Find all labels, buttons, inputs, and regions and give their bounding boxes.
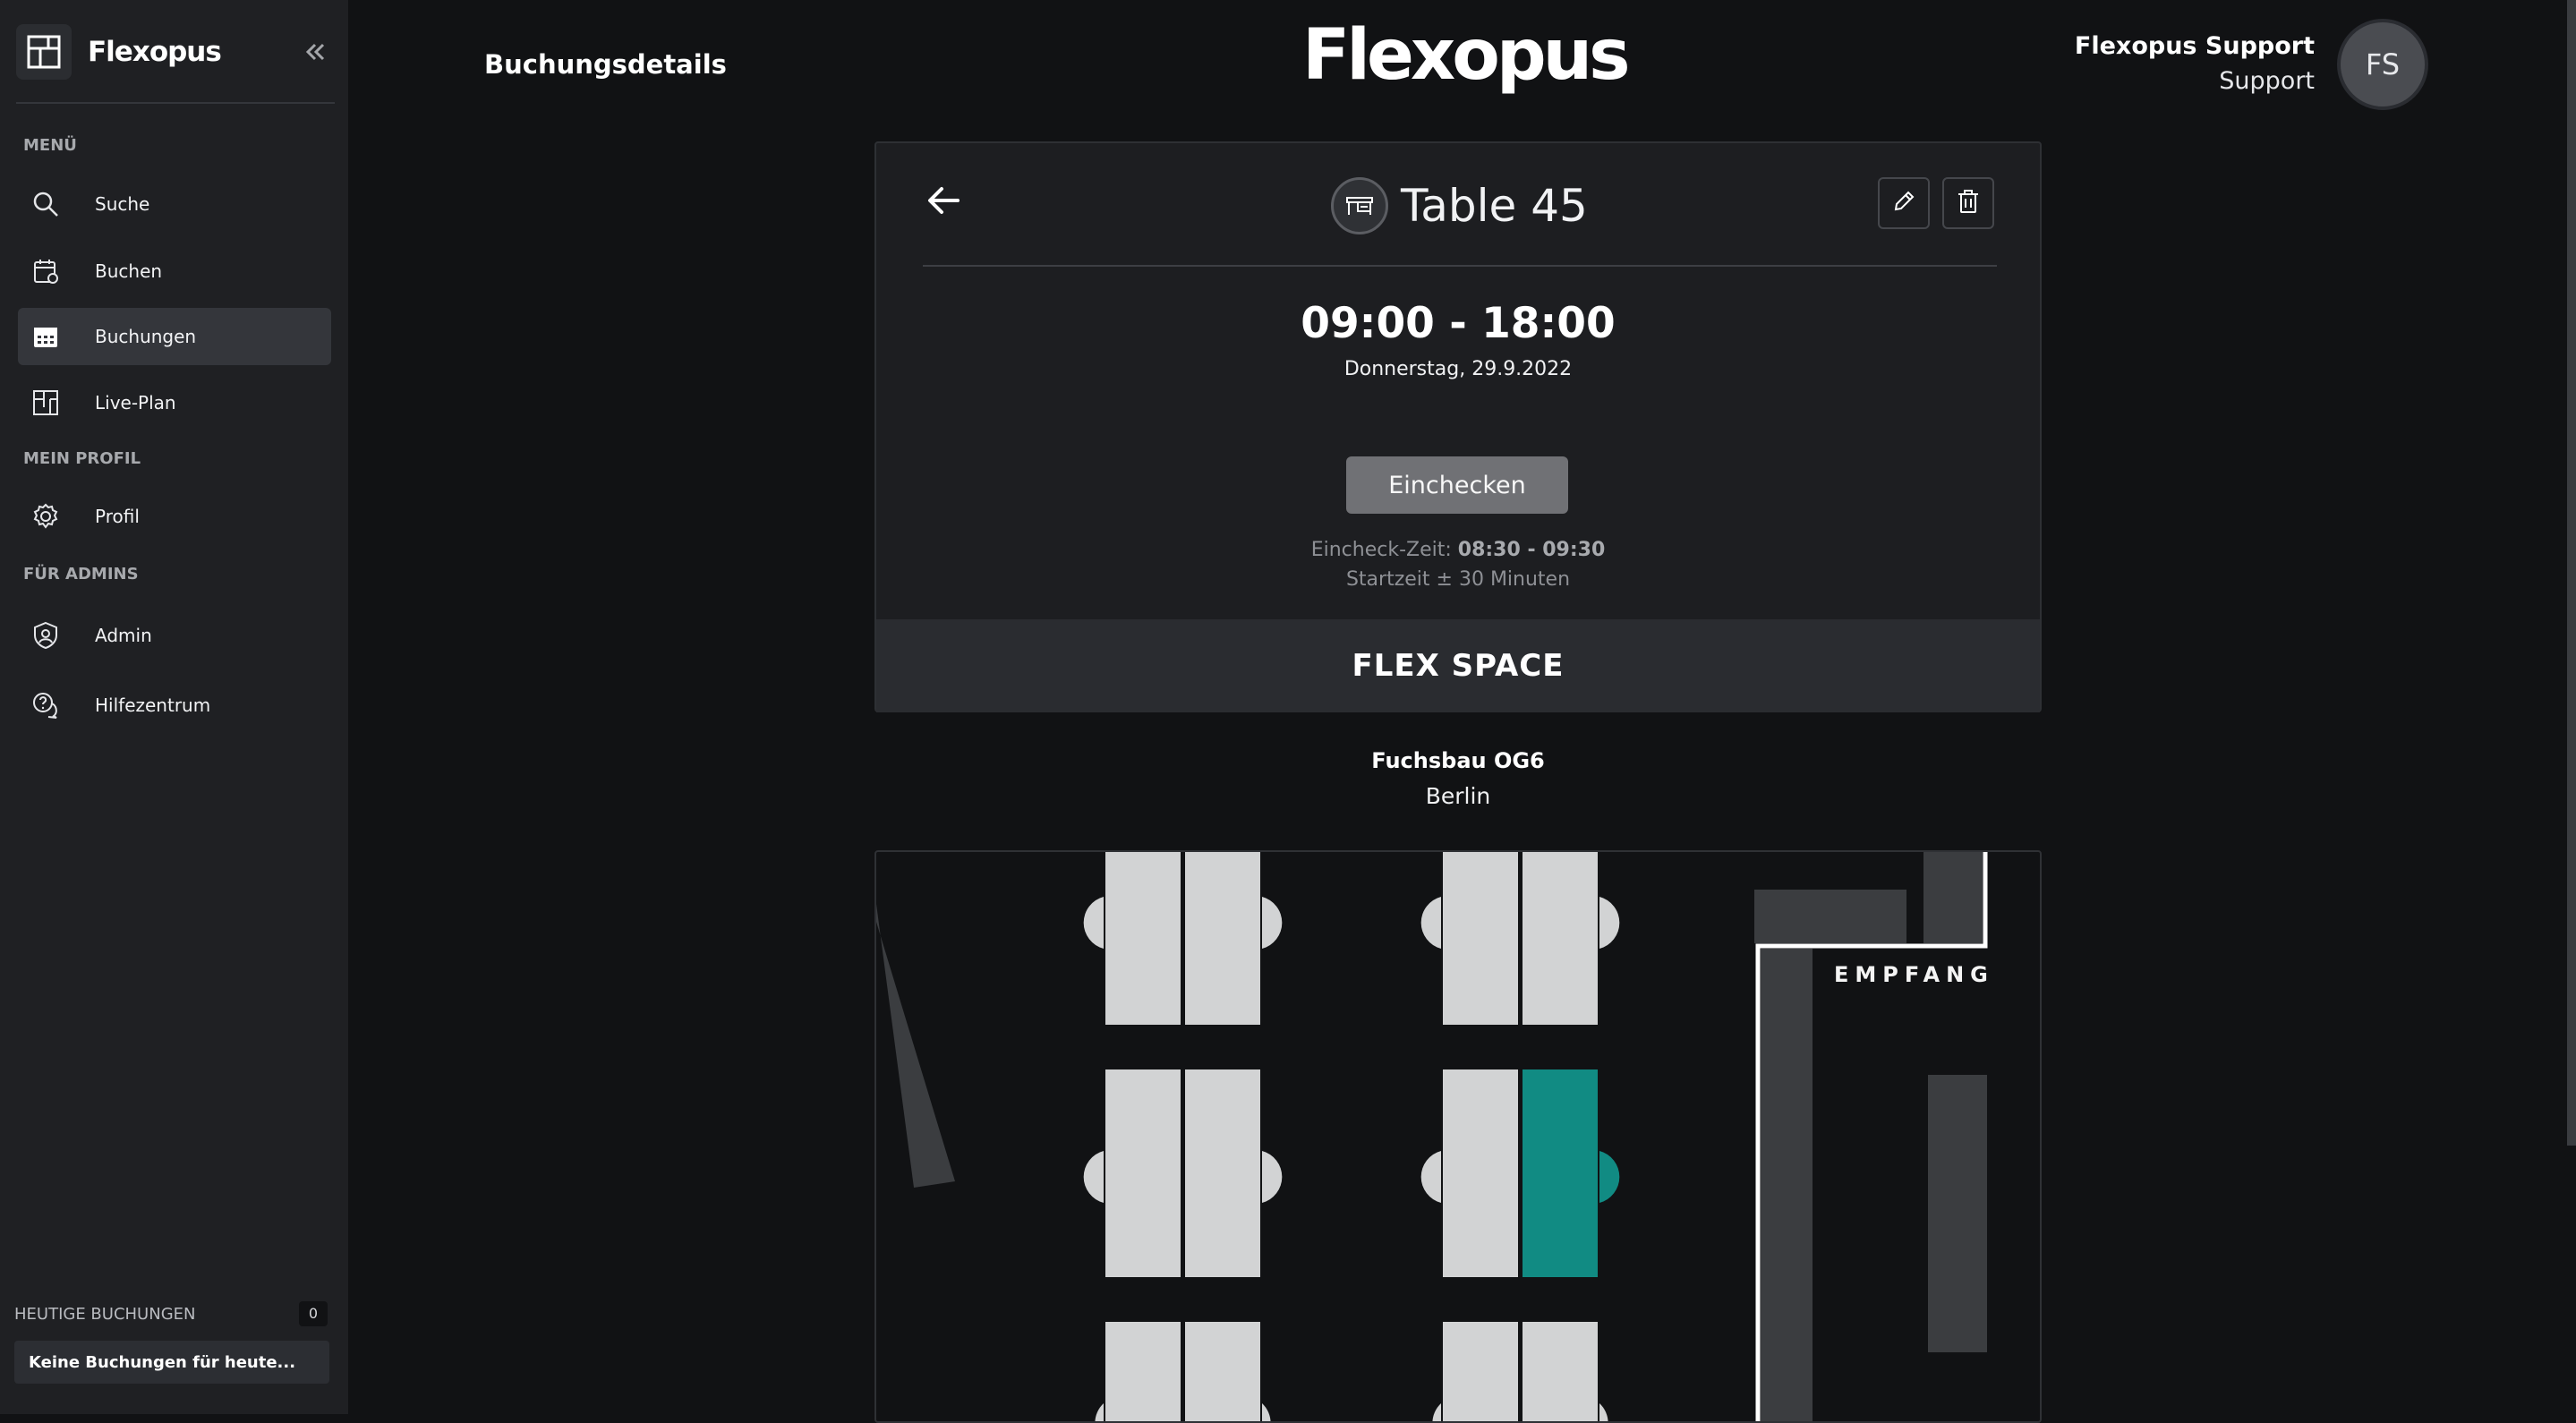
edit-button[interactable] [1878, 177, 1930, 229]
today-bookings-empty-text: Keine Buchungen für heute... [29, 1352, 296, 1372]
header-logo: Flexopus [1302, 15, 1631, 96]
reception-counter [1754, 890, 1906, 943]
avatar[interactable]: FS [2337, 19, 2428, 110]
chair [1420, 1151, 1441, 1203]
section-title-menu: MENÜ [23, 136, 77, 155]
user-name[interactable]: Flexopus Support [2075, 32, 2315, 60]
collapse-sidebar-icon[interactable] [304, 36, 326, 68]
desk [1443, 1069, 1518, 1277]
desk [1185, 1069, 1260, 1277]
desk [1443, 852, 1518, 1025]
delete-button[interactable] [1942, 177, 1994, 229]
table-name: Table 45 [1401, 180, 1588, 232]
chair [1599, 1403, 1608, 1421]
booking-card: Table 45 09:00 - 18:00 Donnerstag, 29.9.… [874, 141, 2042, 712]
page-title: Buchungsdetails [484, 49, 727, 80]
today-bookings-count: 0 [299, 1301, 328, 1326]
divider [16, 102, 335, 104]
back-arrow-icon[interactable] [924, 181, 963, 220]
sidebar-item-profile[interactable]: Profil [18, 488, 331, 545]
space-name: FLEX SPACE [876, 619, 2040, 712]
floorplan-icon [30, 388, 61, 418]
chair [1262, 897, 1283, 949]
scrollbar[interactable] [2567, 0, 2576, 1146]
divider [923, 265, 1997, 267]
desk [1105, 852, 1181, 1025]
sidebar-item-label: Buchen [95, 260, 163, 282]
checkin-note: Startzeit ± 30 Minuten [1345, 568, 1571, 591]
chair [1599, 897, 1620, 949]
today-bookings-empty: Keine Buchungen für heute... [14, 1341, 329, 1384]
calendar-check-icon [30, 256, 61, 286]
sidebar-item-search[interactable]: Suche [18, 175, 331, 233]
sidebar: Flexopus MENÜ Suche Buchen Buchungen Liv… [0, 0, 348, 1414]
reception-column [1928, 1075, 1987, 1352]
sidebar-item-book[interactable]: Buchen [18, 243, 331, 300]
sidebar-item-label: Hilfezentrum [95, 694, 211, 716]
calendar-icon [30, 321, 61, 352]
chair [1262, 1403, 1271, 1421]
reception-wall [1761, 949, 1813, 1421]
reception-label: EMPFANG [1834, 962, 1994, 987]
checkin-time-range: 08:30 - 09:30 [1457, 539, 1606, 561]
booking-date: Donnerstag, 29.9.2022 [1343, 358, 1573, 380]
shield-user-icon [30, 620, 61, 651]
checkin-time-label: Eincheck-Zeit: [1310, 539, 1458, 561]
chair [1083, 1151, 1104, 1203]
chair [1083, 897, 1104, 949]
flexopus-logo-icon [16, 24, 72, 80]
chair [1420, 897, 1441, 949]
section-title-profile: MEIN PROFIL [23, 449, 141, 468]
search-icon [30, 189, 61, 219]
trash-icon [1955, 188, 1982, 218]
sidebar-item-liveplan[interactable]: Live-Plan [18, 374, 331, 431]
user-role: Support [2219, 67, 2315, 95]
chair [1262, 1151, 1283, 1203]
sidebar-item-bookings[interactable]: Buchungen [18, 308, 331, 365]
sidebar-item-label: Buchungen [95, 326, 197, 347]
booking-header: Table 45 [1331, 175, 1588, 237]
gear-icon [30, 501, 61, 532]
sidebar-item-label: Suche [95, 193, 150, 215]
location-city: Berlin [1425, 783, 1491, 809]
reception-area [1754, 852, 1988, 1421]
desk-table-45 [1523, 1069, 1598, 1277]
desk-icon [1331, 177, 1388, 234]
checkin-button[interactable]: Einchecken [1346, 456, 1568, 514]
desk [1105, 1069, 1181, 1277]
chair [1599, 1151, 1620, 1203]
desk [1105, 1322, 1181, 1421]
chair [1432, 1403, 1441, 1421]
sidebar-item-label: Live-Plan [95, 392, 176, 413]
desk [1443, 1322, 1518, 1421]
today-bookings-title: HEUTIGE BUCHUNGEN [14, 1305, 196, 1324]
brand[interactable]: Flexopus [16, 24, 222, 80]
reception-counter [1923, 852, 1983, 943]
floorplan-wall [876, 904, 955, 1188]
floorplan-map [876, 852, 1988, 1421]
desk [1185, 852, 1260, 1025]
location-building: Fuchsbau OG6 [1371, 748, 1545, 773]
desk [1185, 1322, 1260, 1421]
chair [1095, 1403, 1104, 1421]
floorplan[interactable]: EMPFANG [874, 850, 2042, 1423]
sidebar-item-admin[interactable]: Admin [18, 607, 331, 664]
help-chat-icon [30, 690, 61, 720]
brand-name: Flexopus [88, 36, 222, 68]
selected-desk [1523, 1069, 1620, 1277]
desk [1523, 852, 1598, 1025]
checkin-time: Eincheck-Zeit: 08:30 - 09:30 [876, 539, 2040, 561]
desk [1523, 1322, 1598, 1421]
section-title-admins: FÜR ADMINS [23, 565, 139, 584]
sidebar-item-help[interactable]: Hilfezentrum [18, 677, 331, 734]
booking-time: 09:00 - 18:00 [1301, 299, 1616, 348]
sidebar-item-label: Admin [95, 625, 152, 646]
sidebar-item-label: Profil [95, 506, 140, 527]
pencil-icon [1890, 188, 1917, 218]
